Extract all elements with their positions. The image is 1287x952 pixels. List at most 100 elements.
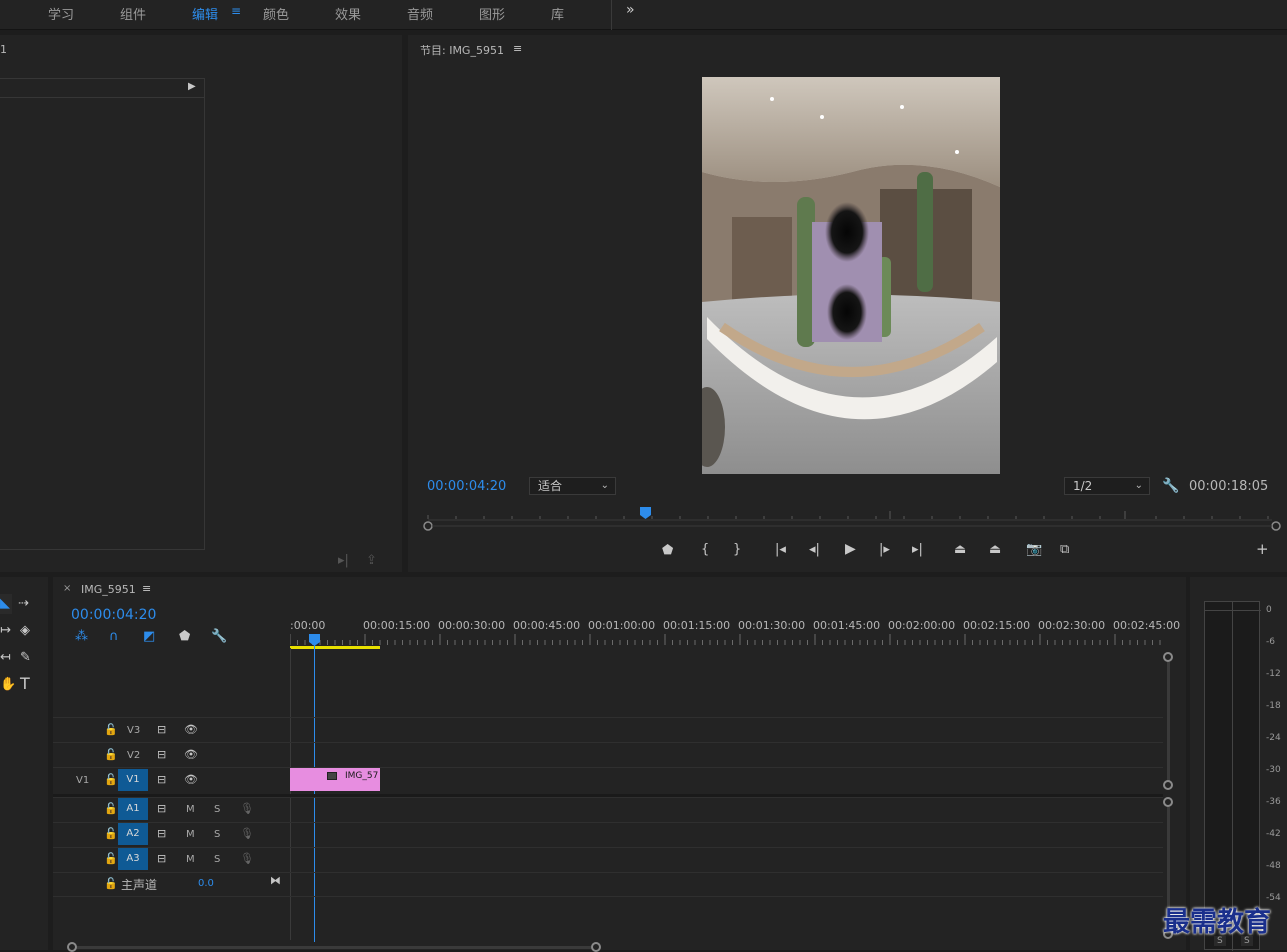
play-icon[interactable]: ▶	[845, 542, 856, 556]
razor-icon[interactable]: ◈	[20, 624, 30, 637]
source-header-strip	[0, 78, 205, 98]
linked-selection-icon[interactable]: ◩	[143, 630, 155, 643]
resolution-dropdown[interactable]: 1/2 ⌄	[1064, 477, 1150, 495]
vertical-scrollbar[interactable]	[1163, 652, 1174, 942]
eye-icon[interactable]: 👁	[184, 723, 198, 736]
selection-tool-icon[interactable]: ◣	[0, 597, 10, 610]
resolution-value: 1/2	[1073, 479, 1093, 493]
scroll-handle-right[interactable]	[591, 942, 601, 952]
scroll-track	[1167, 662, 1170, 782]
solo-button[interactable]: S	[214, 829, 220, 840]
scroll-handle-top[interactable]	[1163, 797, 1173, 807]
go-to-next-keyframe-icon[interactable]: ⧓	[270, 874, 281, 887]
close-tab-icon[interactable]: ×	[63, 584, 71, 594]
track-target-v1[interactable]: V1	[118, 769, 148, 791]
lock-icon[interactable]: 🔓	[104, 827, 118, 840]
video-clip[interactable]: IMG_57	[290, 768, 380, 791]
insert-icon[interactable]: ▸|	[338, 554, 349, 567]
program-title: 节目: IMG_5951	[420, 44, 504, 57]
microphone-icon[interactable]: 🎙	[240, 852, 254, 865]
hand-tool-icon[interactable]: ✋	[0, 678, 16, 691]
eye-icon[interactable]: 👁	[184, 748, 198, 761]
workspace-tab-color[interactable]: 颜色	[263, 4, 289, 23]
comparison-view-icon[interactable]: ⧉	[1060, 543, 1069, 556]
workspace-tab-audio[interactable]: 音频	[407, 4, 433, 23]
sync-lock-icon[interactable]: ⊟	[157, 852, 166, 865]
step-forward-icon[interactable]: |▸	[879, 543, 890, 556]
lock-icon[interactable]: 🔓	[104, 802, 118, 815]
scroll-handle-left[interactable]	[67, 942, 77, 952]
mark-in-icon[interactable]: {	[701, 543, 709, 556]
lock-icon[interactable]: 🔓	[104, 723, 118, 736]
horizontal-scrollbar[interactable]	[67, 940, 601, 952]
go-to-in-icon[interactable]: |◂	[775, 543, 786, 556]
extract-icon[interactable]: ⏏	[989, 543, 1001, 556]
program-current-time[interactable]: 00:00:04:20	[427, 479, 506, 494]
add-button-icon[interactable]: +	[1256, 542, 1269, 557]
track-target-a3[interactable]: A3	[118, 848, 148, 870]
workspace-tab-effects[interactable]: 效果	[335, 4, 361, 23]
add-marker-icon[interactable]: ⬟	[662, 544, 673, 557]
sync-lock-icon[interactable]: ⊟	[157, 748, 166, 761]
expand-right-icon[interactable]: ▶	[188, 82, 196, 92]
lift-icon[interactable]: ⏏	[954, 543, 966, 556]
program-video-frame	[702, 77, 1000, 474]
timeline-ruler[interactable]	[290, 632, 1163, 650]
lock-icon[interactable]: 🔓	[104, 748, 118, 761]
eye-icon[interactable]: 👁	[184, 773, 198, 786]
type-tool-icon[interactable]: T	[20, 676, 30, 692]
workspace-tab-learn[interactable]: 学习	[48, 4, 74, 23]
microphone-icon[interactable]: 🎙	[240, 802, 254, 815]
meter-scale-label: -42	[1266, 829, 1281, 839]
pen-tool-icon[interactable]: ✎	[20, 651, 31, 664]
timeline-menu-icon[interactable]: ≡	[142, 583, 151, 594]
ruler-label: 00:02:30:00	[1038, 619, 1106, 632]
zoom-dropdown[interactable]: 适合 ⌄	[529, 477, 616, 495]
export-frame-icon[interactable]: 📷	[1026, 543, 1042, 556]
sync-lock-icon[interactable]: ⊟	[157, 802, 166, 815]
more-workspaces-icon[interactable]: »	[626, 2, 635, 18]
go-to-out-icon[interactable]: ▸|	[912, 543, 923, 556]
lock-icon[interactable]: 🔓	[104, 773, 118, 786]
wrench-icon[interactable]: 🔧	[1162, 479, 1179, 493]
add-marker-icon[interactable]: ⬟	[179, 630, 190, 643]
ruler-label: 00:01:15:00	[663, 619, 731, 632]
track-select-icon[interactable]: ⇢	[18, 597, 29, 610]
workspace-tab-editing[interactable]: 编辑	[192, 4, 218, 23]
export-icon[interactable]: ⇪	[366, 554, 377, 567]
snap-icon[interactable]: ∩	[109, 630, 119, 643]
mute-button[interactable]: M	[186, 829, 195, 840]
scroll-handle-top[interactable]	[1163, 652, 1173, 662]
mute-button[interactable]: M	[186, 804, 195, 815]
sync-lock-icon[interactable]: ⊟	[157, 827, 166, 840]
ripple-edit-icon[interactable]: ↦	[0, 624, 11, 637]
mark-out-icon[interactable]: }	[733, 543, 741, 556]
workspace-tab-assembly[interactable]: 组件	[120, 4, 146, 23]
track-target-a2[interactable]: A2	[118, 823, 148, 845]
workspace-tab-libraries[interactable]: 库	[551, 4, 564, 23]
master-volume-value[interactable]: 0.0	[198, 878, 214, 889]
source-patch-v1[interactable]: V1	[76, 775, 89, 786]
timeline-settings-icon[interactable]: 🔧	[211, 630, 227, 643]
workspace-tab-graphics[interactable]: 图形	[479, 4, 505, 23]
nest-sequence-icon[interactable]: ⁂	[75, 630, 88, 643]
solo-button[interactable]: S	[214, 854, 220, 865]
lock-icon[interactable]: 🔓	[104, 852, 118, 865]
program-scrubber[interactable]	[420, 505, 1282, 533]
step-back-icon[interactable]: ◂|	[809, 543, 820, 556]
lock-icon[interactable]: 🔓	[104, 877, 118, 890]
timeline-tab-label[interactable]: IMG_5951	[81, 583, 136, 596]
track-target-a1[interactable]: A1	[118, 798, 148, 820]
microphone-icon[interactable]: 🎙	[240, 827, 254, 840]
timeline-current-time[interactable]: 00:00:04:20	[71, 607, 156, 623]
slip-tool-icon[interactable]: ↤	[0, 651, 11, 664]
workspace-menu-icon[interactable]: ≡	[231, 4, 241, 18]
source-panel-title: 1	[0, 43, 7, 56]
solo-button[interactable]: S	[214, 804, 220, 815]
panel-menu-icon[interactable]: ≡	[513, 43, 522, 54]
sync-lock-icon[interactable]: ⊟	[157, 773, 166, 786]
sync-lock-icon[interactable]: ⊟	[157, 723, 166, 736]
scroll-handle-bottom[interactable]	[1163, 780, 1173, 790]
work-area-bar	[290, 646, 380, 649]
mute-button[interactable]: M	[186, 854, 195, 865]
